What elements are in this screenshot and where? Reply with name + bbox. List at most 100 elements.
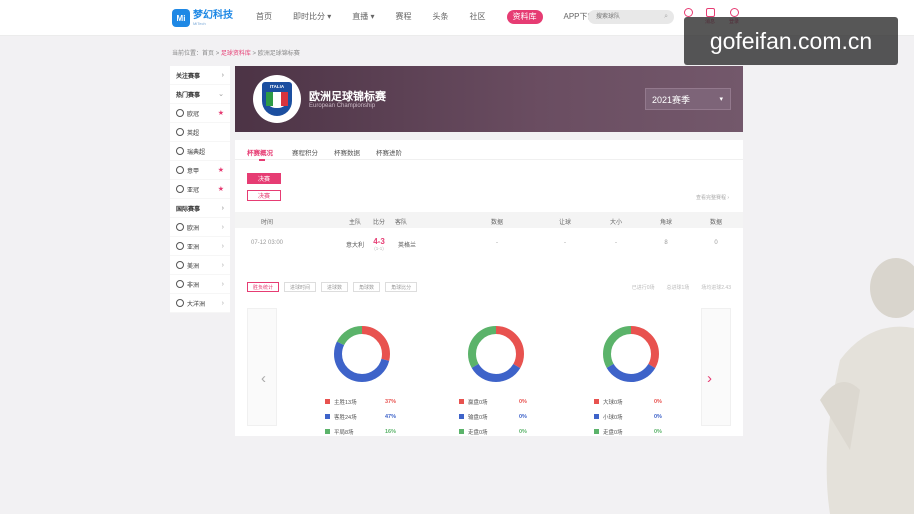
stage-button-active[interactable]: 决赛 [247,173,281,184]
sidebar-item[interactable]: 非洲 › [170,275,230,294]
legend-swatch [594,429,599,434]
nav-item-home[interactable]: 首页 [256,10,272,24]
sidebar-item-label: 国际赛事 [176,206,201,213]
sidebar-item-label: 大洋洲 [187,301,206,308]
cell-over-under: - [615,240,617,246]
legend-item: 输盘0场 0% [459,409,579,424]
tab-cup-data[interactable]: 杯赛数据 [334,147,360,157]
legend-percent: 0% [519,413,527,420]
italy-crest-icon: ITALIA [262,82,292,116]
sidebar-item[interactable]: 瑞典超 [170,142,230,161]
star-icon[interactable]: ★ [218,109,224,117]
cell-handicap: - [564,240,566,246]
sidebar-item-label: 非洲 [187,282,200,289]
chevron-icon: › [221,261,224,269]
competition-subtitle: European Championship [309,103,376,109]
star-icon[interactable]: ★ [218,166,224,174]
filter-goal-time[interactable]: 进球时间 [284,282,317,292]
star-icon[interactable]: ★ [218,185,224,193]
filter-corner-score[interactable]: 角球比分 [385,282,418,292]
sidebar-item-label: 关注赛事 [176,73,201,80]
table-header: 时间 主队 比分 客队 数据 让球 大小 角球 数据 [235,212,743,228]
cell-corner: 8 [664,240,668,246]
league-logo-icon [176,147,184,155]
nav-item-live-stream[interactable]: 直播 ▾ [352,10,374,24]
sidebar-group-header[interactable]: 热门赛事 ⌄ [170,85,230,104]
stats-summary: 已进行0场 总进球1场 场均进球2.43 [620,284,731,291]
cell-score: 4-3 (1-1) [373,237,385,251]
breadcrumb-home[interactable]: 首页 [202,51,214,57]
legend-swatch [325,399,330,404]
sidebar-group-header[interactable]: 国际赛事 › [170,199,230,218]
legend-item: 客胜24场 47% [325,409,445,424]
stage-button[interactable]: 决赛 [247,190,281,201]
nav-item-community[interactable]: 社区 [470,10,486,24]
tab-overview[interactable]: 杯赛概况 [247,147,273,157]
sidebar-item[interactable]: 欧冠 ★ [170,104,230,123]
col-stats: 数据 [709,220,723,226]
season-select[interactable]: 2021赛季 ▾ [645,88,731,110]
chart-legend: 大球0场 0% 小球0场 0% 走盘0场 0% [594,394,714,439]
nav-item-database[interactable]: 资料库 [506,10,543,24]
nav-item-schedule[interactable]: 赛程 [396,10,412,24]
crest-word: ITALIA [269,84,285,89]
league-logo-icon [176,223,184,231]
legend-swatch [459,429,464,434]
legend-item: 赢盘0场 0% [459,394,579,409]
site-logo[interactable]: Mi 梦幻科技 MiTech [172,9,233,27]
search-input[interactable] [588,10,658,24]
sidebar-item-label: 意甲 [187,168,200,175]
summary-played: 已进行0场 [631,285,655,291]
sidebar-item-label: 热门赛事 [176,92,201,99]
competition-badge: ITALIA [253,75,301,123]
legend-percent: 16% [385,428,397,435]
stats-filter-bar: 胜负统计 进球时间 进球数 角球数 角球比分 [247,282,422,292]
league-logo-icon [176,185,184,193]
col-home: 主队 [348,220,362,226]
filter-corners[interactable]: 角球数 [353,282,381,292]
sidebar-item[interactable]: 亚洲 › [170,237,230,256]
legend-swatch [459,399,464,404]
chevron-icon: › [221,242,224,250]
legend-label: 走盘0场 [603,429,623,436]
legend-percent: 0% [654,413,662,420]
filter-goals[interactable]: 进球数 [321,282,349,292]
chevron-icon: › [221,223,224,231]
tab-cup-advanced[interactable]: 杯赛进阶 [376,147,402,157]
sidebar-item[interactable]: 亚冠 ★ [170,180,230,199]
active-tab-indicator [259,159,265,161]
sidebar-item[interactable]: 英超 [170,123,230,142]
col-over-under: 大小 [609,220,623,226]
breadcrumb-sep: > [214,51,221,57]
donut-svg [603,326,659,382]
search-icon[interactable]: ⌕ [664,13,668,21]
nav-item-headlines[interactable]: 头条 [433,10,449,24]
breadcrumb: 当前位置：首页 > 足球资料库 > 欧洲足球锦标赛 [172,48,300,57]
chevron-left-icon[interactable]: ‹ [261,370,266,387]
league-logo-icon [176,261,184,269]
cell-home: 意大利 [345,243,365,249]
legend-label: 赢盘0场 [468,399,488,406]
sidebar-item[interactable]: 美洲 › [170,256,230,275]
donut-svg [334,326,390,382]
breadcrumb-database[interactable]: 足球资料库 [221,51,251,57]
sidebar-item-label: 英超 [187,130,200,137]
cell-stats: 0 [714,240,718,246]
nav-item-live-score[interactable]: 即时比分 ▾ [293,10,331,24]
tab-schedule-standings[interactable]: 赛程积分 [292,147,318,157]
filter-win-loss[interactable]: 胜负统计 [247,282,280,292]
sidebar-item[interactable]: 大洋洲 › [170,294,230,313]
legend-label: 平局8场 [334,429,354,436]
col-data: 数据 [490,220,504,226]
legend-swatch [325,429,330,434]
table-row[interactable]: 07-12 03:00 意大利 4-3 (1-1) 英格兰 - - - 8 0 [235,233,743,255]
full-schedule-link[interactable]: 查看完整赛程 › [696,194,729,201]
chart-legend: 赢盘0场 0% 输盘0场 0% 走盘0场 0% [459,394,579,439]
sidebar-group-header[interactable]: 关注赛事 › [170,66,230,85]
chart-legend: 主胜13场 37% 客胜24场 47% 平局8场 16% [325,394,445,439]
legend-label: 主胜13场 [334,399,357,406]
sidebar-item[interactable]: 意甲 ★ [170,161,230,180]
league-logo-icon [176,109,184,117]
sidebar-item[interactable]: 欧洲 › [170,218,230,237]
league-logo-icon [176,280,184,288]
